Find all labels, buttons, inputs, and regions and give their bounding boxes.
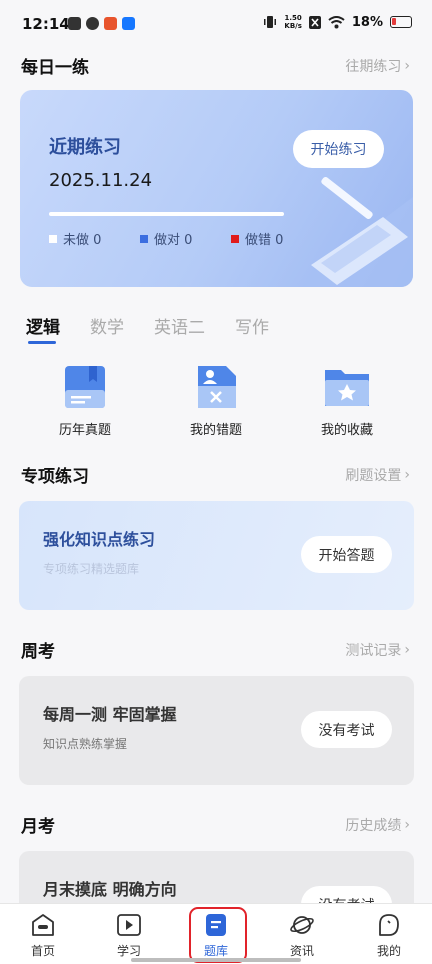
legend-label: 未做 0: [63, 233, 102, 248]
weekly-no-exam-button[interactable]: 没有考试: [301, 711, 392, 748]
status-bar: 12:14 1.50 KB/s 18%: [0, 0, 432, 50]
network-speed: 1.50 KB/s: [284, 14, 301, 30]
nav-news[interactable]: 资讯: [267, 912, 337, 959]
favorites-folder-icon: [325, 370, 369, 406]
test-records-link[interactable]: 测试记录 ›: [345, 640, 410, 660]
past-practice-link[interactable]: 往期练习 ›: [345, 56, 410, 76]
history-scores-link[interactable]: 历史成绩 ›: [345, 815, 410, 835]
tab-english[interactable]: 英语二: [154, 313, 205, 338]
battery-percent: 18%: [351, 14, 383, 30]
app-screen: 12:14 1.50 KB/s 18% 每日一练 往期练习 › 近期练习 202…: [0, 0, 432, 964]
history-scores-label: 历史成绩: [345, 817, 402, 834]
legend-label: 做对 0: [154, 233, 193, 248]
legend-undone: 未做 0: [49, 229, 101, 248]
monthly-exam-header: 月考 历史成绩 ›: [21, 812, 410, 838]
alipay-icon: [122, 17, 135, 30]
recent-practice-card[interactable]: 近期练习 2025.11.24 开始练习 未做 0 做对 0 做错 0: [20, 90, 413, 287]
special-card-title: 强化知识点练习: [43, 530, 156, 549]
past-exams-entry[interactable]: 历年真题: [35, 362, 135, 438]
speed-unit: KB/s: [284, 22, 302, 30]
chevron-right-icon: ›: [404, 57, 410, 74]
daily-practice-header: 每日一练 往期练习 ›: [21, 53, 410, 79]
monthly-exam-title: 月考: [21, 817, 55, 837]
tab-math[interactable]: 数学: [90, 313, 124, 338]
practice-settings-label: 刷题设置: [345, 467, 402, 484]
weekly-exam-title: 周考: [21, 642, 55, 662]
app-notification-icon: [104, 17, 117, 30]
planet-icon: [290, 916, 314, 934]
mail-icon: [68, 17, 81, 30]
weekly-card-title: 每周一测 牢固掌握: [43, 705, 177, 724]
recent-practice-date: 2025.11.24: [49, 170, 153, 191]
wifi-icon: [328, 15, 345, 28]
nav-label: 资讯: [289, 944, 314, 958]
home-icon: [32, 914, 54, 936]
recent-practice-title: 近期练习: [49, 137, 121, 158]
legend-swatch: [231, 234, 239, 243]
wrong-question-icon: [198, 366, 236, 408]
nav-home[interactable]: 首页: [8, 912, 78, 959]
favorites-entry[interactable]: 我的收藏: [297, 362, 397, 438]
special-practice-title: 专项练习: [21, 467, 89, 487]
selection-highlight-box: [189, 907, 247, 963]
monthly-card-title: 月末摸底 明确方向: [43, 880, 177, 899]
status-time: 12:14: [22, 15, 70, 33]
wrong-questions-entry[interactable]: 我的错题: [166, 362, 266, 438]
start-practice-button[interactable]: 开始练习: [293, 130, 384, 168]
nav-label: 首页: [30, 944, 55, 958]
tab-writing[interactable]: 写作: [235, 313, 269, 338]
link-icon: [86, 17, 99, 30]
nav-profile[interactable]: 我的: [354, 912, 424, 959]
special-practice-header: 专项练习 刷题设置 ›: [21, 462, 410, 488]
daily-practice-title: 每日一练: [21, 58, 89, 78]
entry-label: 我的收藏: [320, 423, 373, 438]
nav-study[interactable]: 学习: [94, 912, 164, 959]
legend-correct: 做对 0: [140, 229, 192, 248]
past-practice-label: 往期练习: [345, 58, 402, 75]
special-practice-card[interactable]: 强化知识点练习 专项练习精选题库 开始答题: [19, 501, 414, 610]
chevron-right-icon: ›: [404, 641, 410, 658]
play-icon: [117, 914, 141, 936]
profile-icon: [379, 914, 399, 936]
nav-label: 学习: [116, 944, 141, 958]
start-answering-button[interactable]: 开始答题: [301, 536, 392, 573]
sim-icon: [308, 15, 321, 29]
chevron-right-icon: ›: [404, 466, 410, 483]
practice-settings-link[interactable]: 刷题设置 ›: [345, 465, 410, 485]
book-icon: [65, 366, 105, 408]
weekly-exam-card[interactable]: 每周一测 牢固掌握 知识点熟练掌握 没有考试: [19, 676, 414, 785]
special-card-subtitle: 专项练习精选题库: [43, 562, 140, 576]
chevron-right-icon: ›: [404, 816, 410, 833]
nav-label: 我的: [376, 944, 401, 958]
speed-value: 1.50: [284, 14, 302, 22]
test-records-label: 测试记录: [345, 642, 402, 659]
status-right: 1.50 KB/s 18%: [263, 14, 412, 30]
weekly-card-subtitle: 知识点熟练掌握: [43, 737, 128, 751]
weekly-exam-header: 周考 测试记录 ›: [21, 637, 410, 663]
tab-logic[interactable]: 逻辑: [26, 313, 60, 344]
progress-bar: [49, 212, 284, 216]
paper-illustration-icon: [293, 176, 413, 287]
legend-swatch: [140, 234, 148, 243]
home-indicator: [131, 958, 301, 962]
subject-tabs: 逻辑 数学 英语二 写作: [26, 313, 299, 344]
notification-icons: [68, 17, 135, 30]
battery-icon: [390, 16, 412, 28]
legend-wrong: 做错 0: [231, 229, 283, 248]
legend-swatch: [49, 234, 57, 243]
vibrate-icon: [264, 16, 277, 28]
entry-label: 我的错题: [189, 423, 242, 438]
legend-label: 做错 0: [245, 233, 284, 248]
entry-label: 历年真题: [58, 423, 111, 438]
